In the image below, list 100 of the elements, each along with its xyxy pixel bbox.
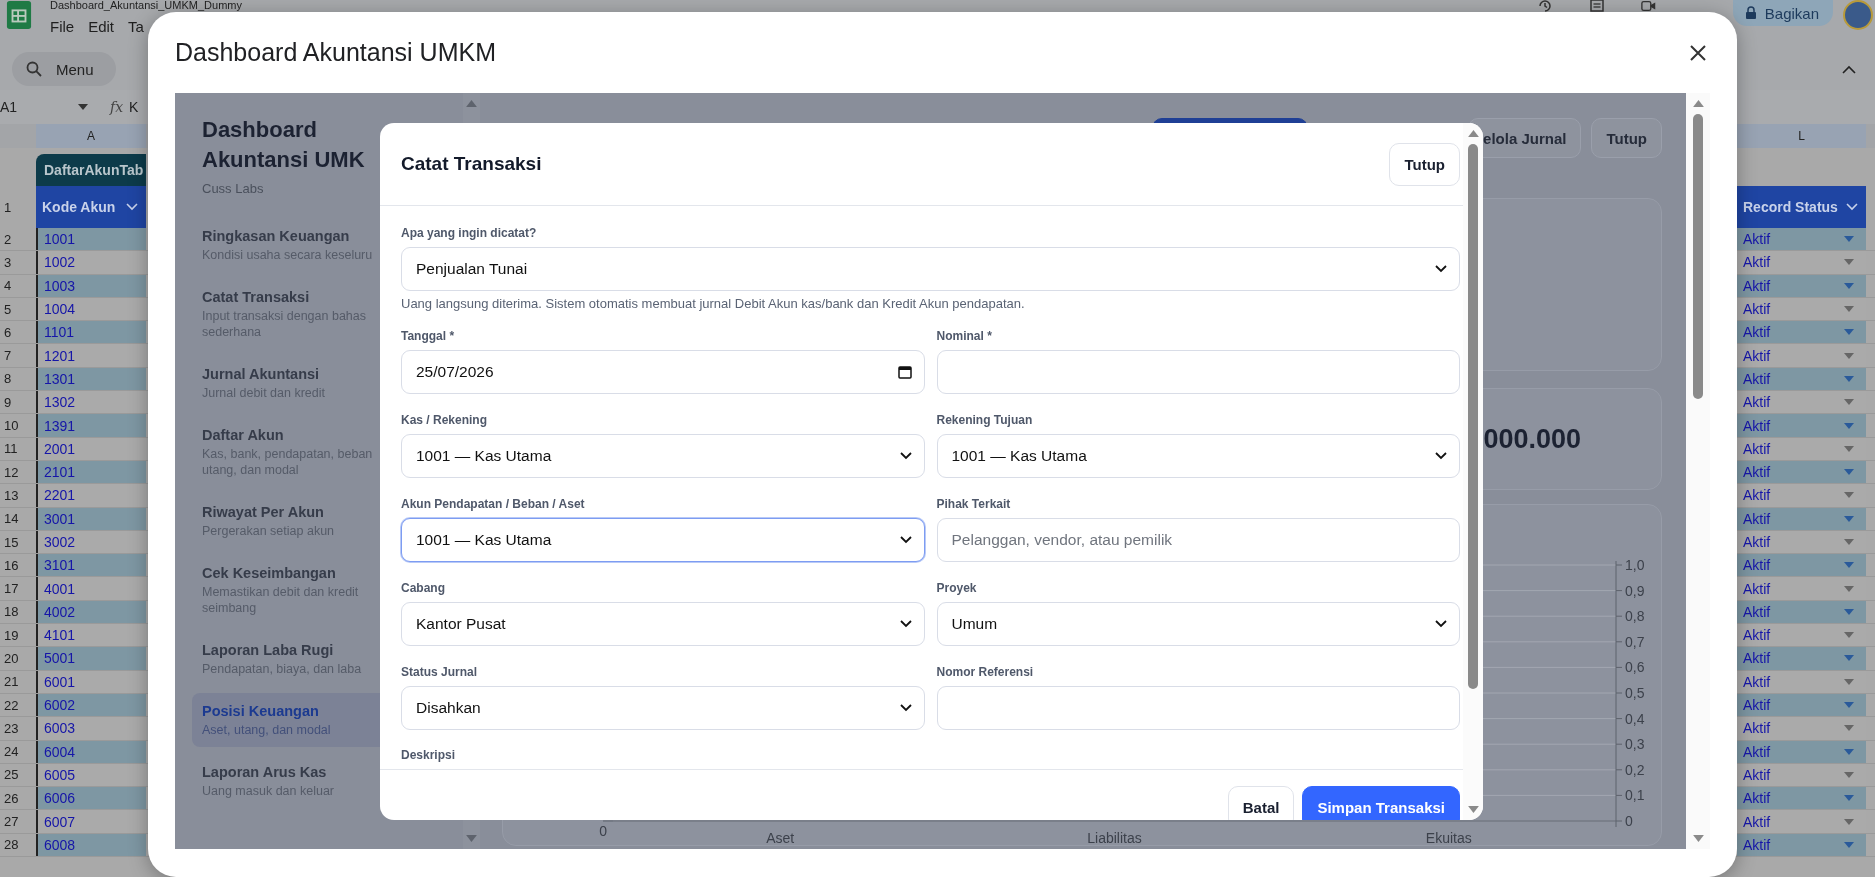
row-number: 4 (3, 277, 13, 296)
menu-search[interactable]: Menu (12, 52, 116, 86)
status-dropdown[interactable]: Aktif (1737, 554, 1866, 577)
caret-down-icon (1844, 329, 1854, 336)
close-button[interactable]: Tutup (1389, 142, 1460, 186)
video-call-icon[interactable] (1640, 0, 1657, 12)
header-button[interactable]: Tutup (1591, 118, 1662, 158)
table-cell: 6002 (36, 693, 146, 717)
status-dropdown[interactable]: Aktif (1737, 647, 1866, 670)
chevron-up-icon[interactable] (1842, 64, 1856, 74)
close-icon[interactable] (1689, 43, 1707, 62)
caret-down-icon (1844, 632, 1854, 639)
row-number: 26 (3, 789, 20, 808)
chevron-down-icon (899, 704, 912, 712)
status-dropdown[interactable]: Aktif (1737, 228, 1866, 251)
column-header[interactable]: L (1737, 124, 1866, 148)
caret-down-icon[interactable] (78, 104, 88, 110)
lock-icon (1744, 6, 1757, 20)
scroll-up-icon[interactable] (1691, 99, 1705, 108)
table-name-tab[interactable]: DaftarAkunTab (36, 154, 146, 186)
caret-down-icon (1844, 399, 1854, 406)
status-dropdown[interactable]: Aktif (1737, 507, 1866, 530)
scrollbar-thumb[interactable] (1468, 144, 1478, 689)
caret-down-icon (1844, 702, 1854, 709)
history-icon[interactable] (1536, 0, 1553, 12)
chevron-down-icon (899, 620, 912, 628)
caret-down-icon (1844, 655, 1854, 662)
save-button[interactable]: Simpan Transaksi (1302, 785, 1460, 820)
field-label: Cabang (401, 581, 446, 595)
scrollbar-thumb[interactable] (1693, 114, 1703, 399)
dropdown[interactable]: 1001 — Kas Utama (401, 518, 925, 562)
name-box[interactable]: A1 (0, 99, 78, 115)
status-dropdown[interactable]: Aktif (1737, 693, 1866, 717)
cancel-button[interactable]: Batal (1227, 785, 1295, 820)
calendar-icon[interactable] (897, 365, 912, 379)
chevron-down-icon (1846, 203, 1858, 211)
row-number: 3 (3, 253, 13, 272)
input-field[interactable] (936, 686, 1460, 730)
scroll-down-icon[interactable] (465, 834, 478, 843)
row-number: 25 (3, 766, 20, 785)
status-dropdown[interactable]: Aktif (1737, 460, 1866, 484)
dropdown[interactable]: Umum (936, 602, 1460, 646)
row-number: 8 (3, 370, 13, 389)
chevron-down-icon (899, 536, 912, 544)
comment-icon[interactable] (1588, 0, 1605, 12)
row-number: 9 (3, 393, 13, 412)
caret-down-icon (1844, 422, 1854, 429)
row-number: 24 (3, 743, 20, 762)
caret-down-icon (1844, 492, 1854, 499)
row-number: 22 (3, 696, 20, 715)
date-field[interactable]: 25/07/2026 (401, 350, 925, 394)
company-name: Cuss Labs (201, 181, 265, 196)
dropdown[interactable]: 1001 — Kas Utama (401, 434, 925, 478)
scroll-up-icon[interactable] (1466, 129, 1480, 138)
dropdown[interactable]: Kantor Pusat (401, 602, 925, 646)
header-button[interactable]: elola Jurnal (1468, 118, 1582, 158)
caret-down-icon (1844, 678, 1854, 685)
status-dropdown[interactable]: Aktif (1737, 833, 1866, 856)
dropdown[interactable]: 1001 — Kas Utama (936, 434, 1460, 478)
app-title: Dashboard Akuntansi UMK (201, 116, 366, 174)
share-button[interactable]: Bagikan (1732, 0, 1833, 26)
field-label: Tanggal * (401, 329, 456, 343)
status-dropdown[interactable]: Aktif (1737, 367, 1866, 391)
caret-down-icon (1844, 771, 1854, 778)
spreadsheet-logo-icon[interactable] (6, 0, 32, 30)
status-dropdown[interactable]: Aktif (1737, 600, 1866, 624)
table-cell: 6008 (36, 833, 146, 856)
status-dropdown[interactable]: Aktif (1737, 321, 1866, 344)
dropdown[interactable]: Disahkan (401, 686, 925, 730)
scroll-up-icon[interactable] (465, 99, 478, 108)
input-field[interactable] (936, 350, 1460, 394)
caret-down-icon (1844, 608, 1854, 615)
caret-down-icon (1844, 795, 1854, 802)
row-number: 27 (3, 813, 20, 832)
axis-tick-label: 1,0 (1625, 557, 1645, 573)
avatar[interactable] (1843, 0, 1873, 30)
field-label: Nomor Referensi (936, 665, 1035, 679)
column-header[interactable]: A (36, 124, 146, 148)
menu-item[interactable]: File (50, 17, 75, 37)
menu-item[interactable]: Ta (128, 17, 144, 37)
modal-title: Catat Transaksi (401, 153, 542, 175)
menu-item[interactable]: Edit (88, 17, 115, 37)
input-field[interactable]: Pelanggan, vendor, atau pemilik (936, 518, 1460, 562)
amount-value: 000.000 (1483, 423, 1581, 455)
field-label: Akun Pendapatan / Beban / Aset (401, 497, 586, 511)
status-dropdown[interactable]: Aktif (1737, 740, 1866, 763)
scroll-down-icon[interactable] (1691, 834, 1705, 843)
file-title[interactable]: Dashboard_Akuntansi_UMKM_Dummy (50, 0, 242, 11)
caret-down-icon (1844, 539, 1854, 545)
row-number: 15 (3, 533, 20, 552)
status-dropdown[interactable]: Aktif (1737, 787, 1866, 810)
scroll-down-icon[interactable] (1466, 805, 1480, 814)
status-dropdown[interactable]: Aktif (1737, 414, 1866, 437)
row-number: 12 (3, 463, 20, 482)
table-header[interactable]: Kode Akun (36, 186, 146, 228)
dropdown[interactable]: Penjualan Tunai (401, 247, 1460, 291)
status-dropdown[interactable]: Aktif (1737, 274, 1866, 297)
table-cell: 3001 (36, 507, 146, 530)
formula-text[interactable]: K (129, 99, 139, 115)
table-header[interactable]: Record Status (1737, 186, 1866, 228)
